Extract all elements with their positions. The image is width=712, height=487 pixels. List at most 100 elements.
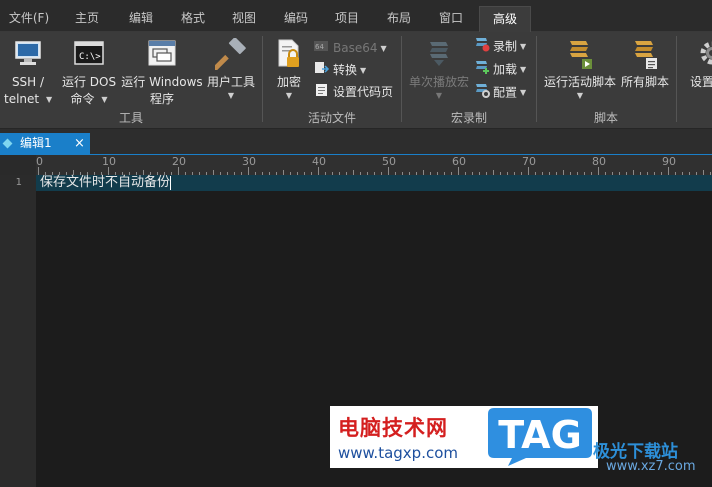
group-divider — [676, 36, 677, 122]
chevron-down-icon: ▼ — [45, 95, 53, 104]
document-tab[interactable]: 编辑1 × — [0, 133, 90, 154]
menu-bar: 文件(F) 主页 编辑 格式 视图 编码 项目 布局 窗口 高级 — [0, 0, 712, 32]
ruler-tick — [458, 167, 459, 175]
all-scripts-button[interactable]: 所有脚本 — [618, 36, 672, 108]
configure-macro-icon — [474, 82, 490, 104]
chevron-down-icon: ▼ — [227, 91, 235, 100]
configure-macro-button[interactable]: 配置 ▼ — [474, 82, 526, 102]
ribbon: SSH / telnet ▼ C:\> 运行 DOS 命令 ▼ 运行 Windo… — [0, 32, 712, 129]
chevron-down-icon: ▼ — [285, 91, 293, 100]
convert-icon — [314, 61, 330, 81]
tab-home[interactable]: 主页 — [62, 6, 112, 31]
ruler-label: 40 — [312, 155, 326, 168]
record-macro-button[interactable]: 录制 ▼ — [474, 36, 526, 56]
close-icon[interactable]: × — [74, 133, 85, 154]
ruler-tick — [108, 167, 109, 175]
windows-label-1: 运行 Windows — [121, 75, 203, 89]
tab-project[interactable]: 项目 — [322, 6, 372, 31]
chevron-down-icon: ▼ — [380, 43, 387, 53]
record-macro-icon — [474, 36, 490, 58]
ssh-telnet-button[interactable]: SSH / telnet ▼ — [4, 36, 52, 108]
tab-window[interactable]: 窗口 — [426, 6, 476, 31]
user-tools-button[interactable]: 用户工具 ▼ — [204, 36, 258, 108]
load-macro-button[interactable]: 加载 ▼ — [474, 59, 526, 79]
ruler-tick — [38, 167, 39, 175]
load-macro-icon — [474, 59, 490, 81]
codepage-icon — [314, 83, 330, 103]
dos-prompt-icon: C:\> — [73, 38, 105, 71]
play-macro-icon — [424, 38, 454, 71]
set-codepage-label: 设置代码页 — [333, 85, 394, 99]
ruler-label: 50 — [382, 155, 396, 168]
chevron-down-icon: ▼ — [101, 95, 108, 104]
settings-label: 设置 — [690, 75, 712, 89]
tab-format[interactable]: 格式 — [168, 6, 218, 31]
ruler-label: 90 — [662, 155, 676, 168]
document-tab-label: 编辑1 — [20, 136, 52, 150]
group-label-active-file: 活动文件 — [307, 111, 356, 125]
document-tab-strip: 编辑1 × — [0, 129, 712, 155]
svg-text:64: 64 — [315, 43, 324, 51]
set-codepage-button[interactable]: 设置代码页 — [314, 82, 393, 102]
chevron-down-icon: ▼ — [520, 88, 527, 97]
run-windows-program-button[interactable]: 运行 Windows 程序 — [120, 36, 204, 108]
ruler-scale: 0 10 20 30 40 50 60 70 80 90 — [36, 155, 712, 175]
tab-layout[interactable]: 布局 — [374, 6, 424, 31]
ruler-label: 60 — [452, 155, 466, 168]
chevron-down-icon: ▼ — [435, 91, 443, 100]
run-script-label: 运行活动脚本 — [543, 75, 616, 89]
settings-button[interactable]: 设置 — [682, 36, 712, 108]
play-macro-once-button[interactable]: 单次播放宏 ▼ — [406, 36, 472, 108]
ruler-corner — [0, 155, 36, 175]
ruler-tick — [668, 167, 669, 175]
chevron-down-icon: ▼ — [520, 65, 527, 74]
current-line[interactable]: 保存文件时不自动备份 — [36, 175, 712, 191]
all-scripts-label: 所有脚本 — [620, 75, 669, 89]
ssh-label-2: telnet — [4, 92, 40, 106]
script-list-icon — [630, 38, 660, 73]
convert-button[interactable]: 转换 ▼ — [314, 60, 366, 80]
run-active-script-button[interactable]: 运行活动脚本 ▼ — [542, 36, 618, 108]
line-number: 1 — [15, 177, 22, 188]
run-dos-command-button[interactable]: C:\> 运行 DOS 命令 ▼ — [58, 36, 120, 108]
gear-icon — [698, 38, 712, 71]
watermark-site-url: www.xz7.com — [606, 459, 696, 474]
chevron-down-icon: ▼ — [520, 42, 527, 51]
text-cursor — [170, 175, 172, 190]
ruler-label: 30 — [242, 155, 256, 168]
user-tools-label: 用户工具 — [206, 75, 255, 89]
tag-logo-text: TAG — [498, 413, 582, 457]
tab-file[interactable]: 文件(F) — [2, 6, 56, 31]
line-text: 保存文件时不自动备份 — [40, 175, 171, 190]
tab-advanced[interactable]: 高级 — [479, 6, 531, 32]
window-icon — [146, 38, 178, 71]
tab-view[interactable]: 视图 — [219, 6, 269, 31]
base64-button[interactable]: 64 Base64 ▼ — [314, 38, 387, 58]
ruler-label: 10 — [102, 155, 116, 168]
ruler-tick — [528, 167, 529, 175]
dos-label-1: 运行 DOS — [61, 75, 117, 89]
watermark-url: www.tagxp.com — [338, 444, 458, 462]
watermark-title: 电脑技术网 — [338, 416, 448, 440]
tab-edit[interactable]: 编辑 — [116, 6, 166, 31]
group-label-script: 脚本 — [593, 111, 618, 125]
base64-label: Base64 — [333, 41, 378, 55]
tab-encoding[interactable]: 编码 — [271, 6, 321, 31]
ruler-tick — [318, 167, 319, 175]
svg-text:C:\>: C:\> — [79, 52, 101, 62]
record-label: 录制 — [493, 39, 518, 54]
ruler: 0 10 20 30 40 50 60 70 80 90 — [0, 155, 712, 175]
script-run-icon — [565, 38, 595, 73]
hammer-icon — [212, 37, 247, 73]
group-label-macro: 宏录制 — [450, 111, 487, 125]
line-number-gutter: 1 — [0, 175, 36, 487]
encrypt-label: 加密 — [276, 75, 301, 89]
play-macro-label: 单次播放宏 — [408, 75, 469, 89]
chevron-down-icon: ▼ — [576, 91, 584, 100]
configure-label: 配置 — [493, 85, 518, 100]
ruler-tick — [388, 167, 389, 175]
ruler-label: 70 — [522, 155, 536, 168]
encrypt-button[interactable]: 加密 ▼ — [268, 36, 310, 108]
load-label: 加载 — [493, 62, 518, 77]
windows-label-2: 程序 — [149, 92, 174, 106]
